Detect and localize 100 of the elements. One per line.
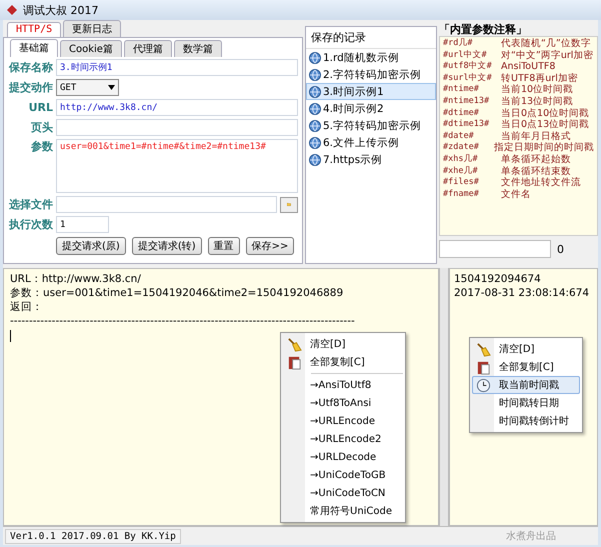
- record-item[interactable]: 5.字符转码加密示例: [306, 117, 436, 134]
- menu-item[interactable]: →URLDecode: [283, 448, 404, 466]
- params-field[interactable]: user=001&time1=#ntime#&time2=#ntime13#: [56, 139, 298, 193]
- field-label: 保存名称: [8, 60, 53, 75]
- param-description: AnsiToUTF8: [501, 61, 556, 73]
- param-key: #xhs几#: [443, 154, 501, 166]
- result-line: 1504192094674: [454, 272, 542, 286]
- field-label: 执行次数: [8, 217, 53, 232]
- tab[interactable]: 数学篇: [174, 40, 222, 57]
- output-line: -------------------------------------------------------------------------------------------: [10, 314, 356, 328]
- record-item[interactable]: 4.时间示例2: [306, 100, 436, 117]
- param-key: #surl中文#: [443, 72, 501, 84]
- record-item[interactable]: 7.https示例: [306, 151, 436, 168]
- menu-item[interactable]: →URLEncode2: [283, 430, 404, 448]
- field-label: 提交动作: [8, 80, 53, 95]
- menu-item[interactable]: →Utf8ToAnsi: [283, 394, 404, 412]
- menu-item[interactable]: 全部复制[C]: [283, 353, 404, 371]
- menu-item[interactable]: 全部复制[C]: [472, 358, 580, 376]
- input-field[interactable]: 3.时间示例1: [56, 59, 298, 76]
- globe-icon: [309, 102, 321, 114]
- field-label: 参数: [30, 139, 53, 154]
- param-key: #ntime#: [443, 84, 501, 96]
- param-description: 当前10位时间戳: [501, 84, 574, 96]
- param-description: 代表随机“几”位数字: [501, 38, 591, 50]
- record-item[interactable]: 3.时间示例1: [306, 83, 436, 100]
- output-line: 返回：: [10, 300, 44, 314]
- submit-button[interactable]: 提交请求(转): [132, 237, 202, 255]
- param-description: 文件地址转文件流: [501, 177, 581, 189]
- submit-button[interactable]: 保存>>: [246, 237, 294, 255]
- param-description: 当前13位时间戳: [501, 96, 574, 108]
- param-description: 当前年月日格式: [501, 130, 571, 142]
- globe-icon: [309, 120, 321, 132]
- tab[interactable]: 基础篇: [10, 39, 58, 57]
- menu-item[interactable]: →UniCodeToGB: [283, 466, 404, 484]
- record-item[interactable]: 1.rd随机数示例: [306, 49, 436, 66]
- param-key: #dtime13#: [443, 119, 501, 131]
- record-item[interactable]: 6.文件上传示例: [306, 134, 436, 151]
- menu-item[interactable]: →UniCodeToCN: [283, 484, 404, 502]
- output-line: URL：http://www.3k8.cn/: [10, 272, 142, 286]
- browse-button[interactable]: [280, 196, 298, 212]
- splitter[interactable]: [439, 268, 449, 526]
- param-description: 文件名: [501, 188, 531, 200]
- menu-item[interactable]: →URLEncode: [283, 412, 404, 430]
- param-key: #fname#: [443, 188, 501, 200]
- url-field[interactable]: http://www.3k8.cn/: [56, 99, 298, 116]
- count-field[interactable]: 1: [56, 216, 109, 233]
- globe-icon: [309, 154, 321, 166]
- annotations-title: 「内置参数注释」: [439, 22, 528, 36]
- param-key: #ntime13#: [443, 96, 501, 108]
- version-text: Ver1.0.1 2017.09.01 By KK.Yip: [5, 528, 181, 544]
- clipboard-icon: [287, 354, 302, 370]
- menu-item[interactable]: 时间戳转日期: [472, 394, 580, 412]
- globe-icon: [309, 136, 321, 148]
- output-line: 参数：user=001&time1=1504192046&time2=1504192046889: [10, 286, 344, 300]
- input-field[interactable]: [56, 119, 298, 136]
- field-label: 页头: [30, 120, 53, 135]
- param-key: #url中文#: [443, 50, 501, 62]
- counter-text: 0: [557, 242, 564, 256]
- menu-item[interactable]: 时间戳转倒计时: [472, 412, 580, 430]
- menu-item[interactable]: 清空[D]: [472, 340, 580, 358]
- param-description: 指定日期时间的时间戳: [494, 142, 594, 154]
- broom-icon: [287, 336, 302, 352]
- param-description: 单条循环起始数: [501, 154, 571, 166]
- tab[interactable]: Cookie篇: [60, 40, 122, 57]
- globe-icon: [309, 68, 321, 80]
- file-field[interactable]: [56, 196, 277, 213]
- param-description: 转UTF8再url加密: [501, 72, 578, 84]
- menu-item[interactable]: 常用符号UniCode: [283, 502, 404, 520]
- clock-icon: [476, 378, 491, 392]
- menu-item[interactable]: 清空[D]: [283, 335, 404, 353]
- window-title: 调试大叔 2017: [23, 2, 98, 18]
- menu-item[interactable]: 取当前时间戳: [472, 376, 580, 394]
- tab[interactable]: 更新日志: [63, 20, 122, 37]
- tab[interactable]: 代理篇: [124, 40, 172, 57]
- credit-text: 水煮舟出品: [506, 530, 557, 543]
- record-item[interactable]: 2.字符转码加密示例: [306, 66, 436, 83]
- caret-icon: [108, 85, 115, 90]
- submit-button[interactable]: 重置: [208, 237, 240, 255]
- param-key: #zdate#: [443, 142, 494, 154]
- broom-icon: [476, 342, 491, 356]
- param-description: 当日0点13位时间戳: [501, 119, 590, 131]
- input-field[interactable]: [439, 240, 551, 258]
- param-key: #files#: [443, 177, 501, 189]
- param-description: 对“中文”两字url加密: [501, 50, 594, 62]
- field-label: URL: [28, 101, 53, 114]
- param-key: #rd几#: [443, 38, 501, 50]
- param-key: #date#: [443, 130, 501, 142]
- globe-icon: [309, 52, 321, 64]
- field-label: 选择文件: [8, 197, 53, 212]
- param-key: #xhe几#: [443, 166, 501, 178]
- tab[interactable]: HTTP/S: [7, 22, 62, 37]
- list-header: 保存的记录: [306, 27, 436, 49]
- menu-item[interactable]: →AnsiToUtf8: [283, 376, 404, 394]
- param-description: 单条循环结束数: [501, 166, 571, 177]
- action-dropdown[interactable]: GET: [56, 79, 119, 96]
- param-description: 当日0点10位时间戳: [501, 108, 590, 119]
- submit-button[interactable]: 提交请求(原): [56, 237, 126, 255]
- param-key: #dtime#: [443, 108, 501, 120]
- clipboard-icon: [476, 360, 491, 374]
- result-line: 2017-08-31 23:08:14:674: [454, 286, 590, 300]
